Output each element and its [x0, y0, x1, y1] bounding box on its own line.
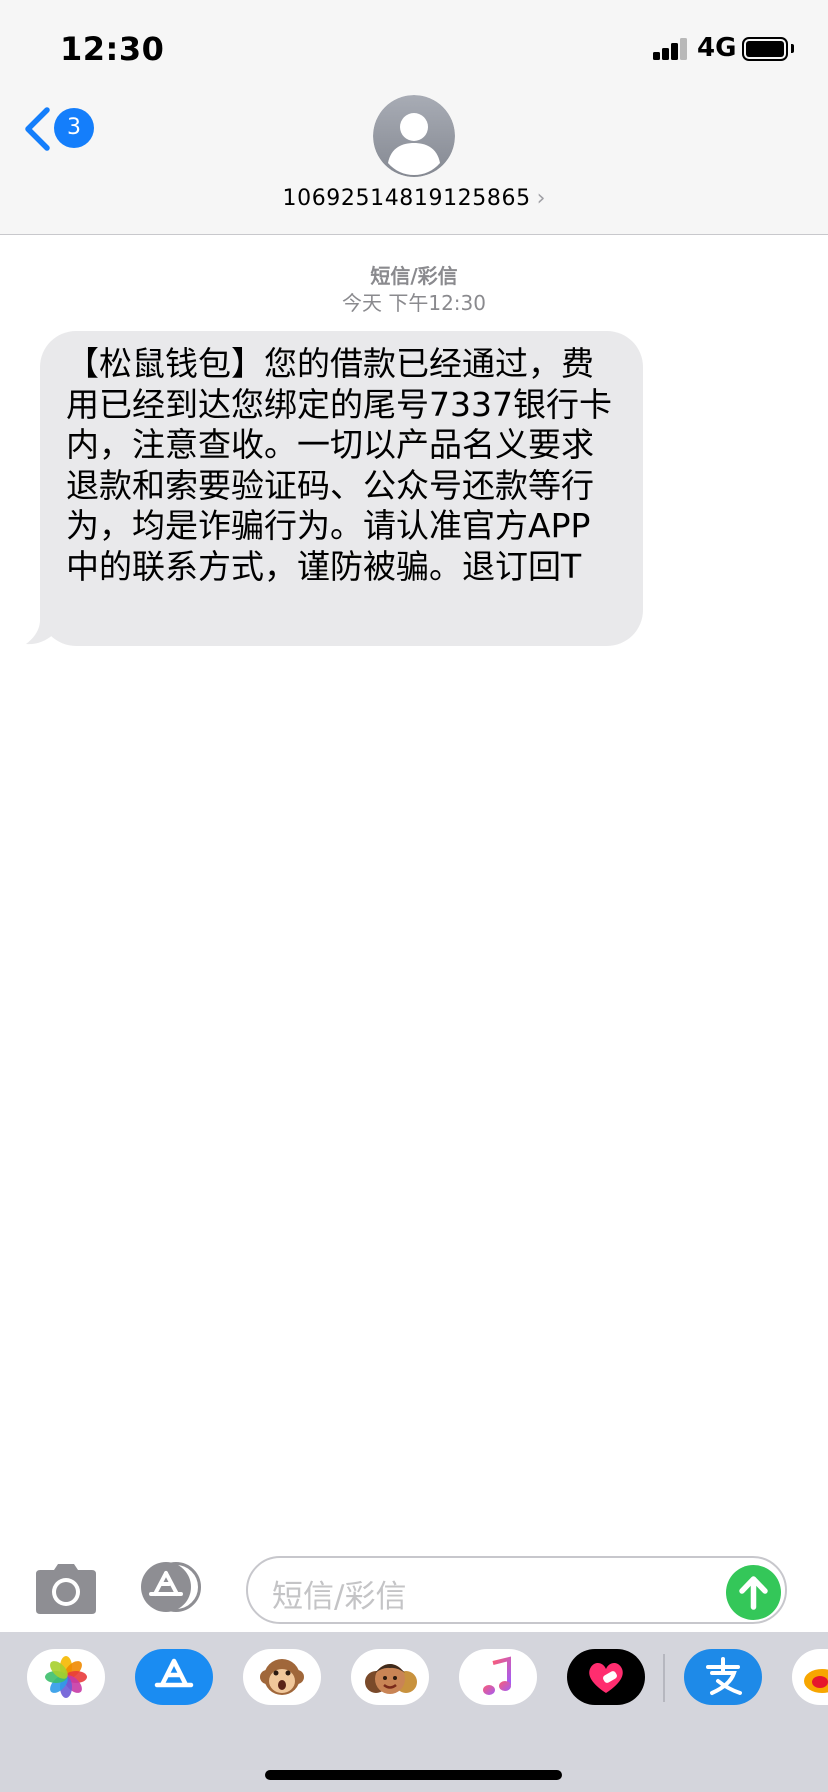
- app-drawer: [0, 1632, 828, 1792]
- back-button[interactable]: 3: [22, 104, 94, 152]
- app-store-icon: [154, 1658, 194, 1688]
- unread-count-badge: 3: [54, 108, 94, 148]
- weibo-icon: [804, 1669, 828, 1693]
- message-timestamp: 今天 下午12:30: [342, 291, 486, 315]
- app-store-app-button[interactable]: [135, 1649, 213, 1705]
- contact-details-button[interactable]: 10692514819125865 ›: [0, 186, 828, 211]
- apps-button-circle: [141, 1562, 191, 1612]
- weibo-app-button[interactable]: [792, 1649, 828, 1705]
- music-app-button[interactable]: [459, 1649, 537, 1705]
- person-placeholder-icon: [373, 95, 455, 177]
- camera-button[interactable]: [34, 1564, 98, 1614]
- contact-avatar[interactable]: [373, 95, 455, 177]
- chevron-right-icon: ›: [536, 186, 546, 211]
- signal-strength-icon: [653, 38, 689, 60]
- apps-button[interactable]: [141, 1562, 211, 1612]
- memoji-icon: [365, 1664, 417, 1694]
- conversation-header: 12:30 4G 3 10692514819125865 ›: [0, 0, 828, 235]
- animoji-monkey-icon: [260, 1659, 304, 1695]
- music-icon: [483, 1656, 511, 1695]
- alipay-icon: [706, 1657, 742, 1695]
- home-indicator: [265, 1770, 562, 1780]
- app-store-icon: [149, 1571, 183, 1596]
- contact-number: 10692514819125865: [282, 186, 531, 211]
- send-arrow-up-icon: [739, 1576, 768, 1610]
- photos-app-button[interactable]: [27, 1649, 105, 1705]
- camera-icon: [36, 1564, 96, 1614]
- send-button[interactable]: [726, 1565, 781, 1620]
- messages-screen: 12:30 4G 3 10692514819125865 › 短信/彩信 今天 …: [0, 0, 828, 1792]
- chevron-left-icon: [25, 107, 50, 151]
- animoji-app-button[interactable]: [243, 1649, 321, 1705]
- battery-icon: [742, 37, 788, 61]
- heart-sticker-app-button[interactable]: [567, 1649, 645, 1705]
- bubble-tail: [26, 606, 64, 645]
- message-input-placeholder: 短信/彩信: [272, 1579, 407, 1615]
- battery-nub: [791, 44, 794, 53]
- message-type-label: 短信/彩信: [370, 264, 458, 288]
- status-time: 12:30: [60, 30, 165, 68]
- message-text: 【松鼠钱包】您的借款已经通过，费用已经到达您绑定的尾号7337银行卡内，注意查收…: [66, 344, 612, 586]
- heart-sticker-icon: [589, 1663, 623, 1693]
- alipay-app-button[interactable]: [684, 1649, 762, 1705]
- compose-bar: 短信/彩信: [0, 1536, 828, 1632]
- incoming-message-bubble[interactable]: 【松鼠钱包】您的借款已经通过，费用已经到达您绑定的尾号7337银行卡内，注意查收…: [40, 331, 643, 646]
- photos-icon: [45, 1656, 87, 1698]
- memoji-app-button[interactable]: [351, 1649, 429, 1705]
- message-input[interactable]: 短信/彩信: [246, 1556, 787, 1624]
- drawer-divider: [663, 1654, 665, 1702]
- network-type: 4G: [697, 33, 737, 63]
